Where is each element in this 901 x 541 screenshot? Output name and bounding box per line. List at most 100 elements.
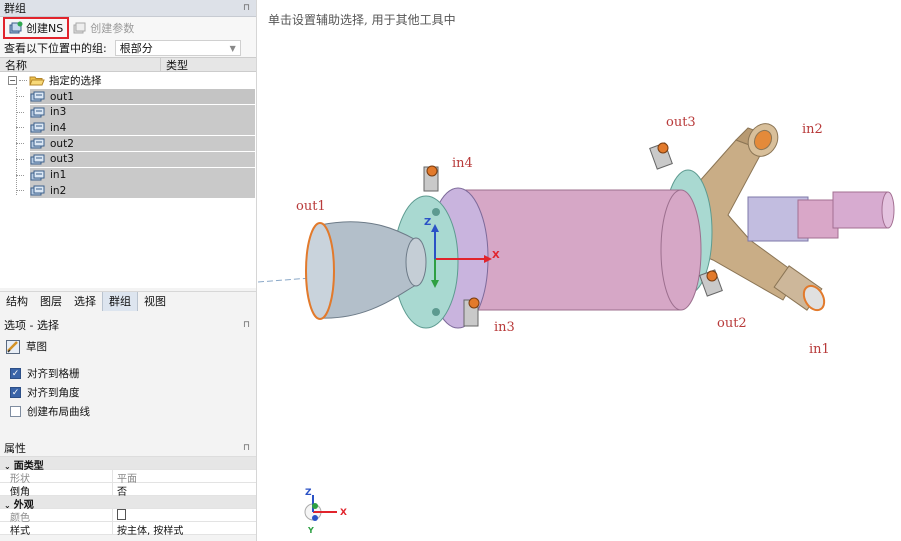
property-row[interactable]: 颜色 (0, 509, 256, 524)
left-pane: 群组 ⊓ 创建NS 创建参数 查看以下位置中的组: 根部分 ▼ 名称 类型 − … (0, 0, 257, 541)
named-selection-icon (30, 138, 45, 149)
sketch-item[interactable]: 草图 (0, 337, 256, 356)
tree-connector-h (16, 158, 24, 160)
group-tree: − 指定的选择 out1 in3 in4 out2 out3 in1 in2 (0, 72, 256, 288)
label-in4: in4 (452, 156, 473, 171)
named-selection-icon (30, 185, 45, 196)
tree-connector-h (16, 143, 24, 145)
properties-panel: 属性 ⊓ ⌄ 面类型 形状 平面 倒角否 ⌄ 外观 颜色 样式 按主体, 按样式 (0, 439, 256, 537)
sketch-label: 草图 (26, 341, 47, 353)
column-name[interactable]: 名称 (0, 58, 161, 72)
label-in1: in1 (809, 342, 830, 357)
pin-icon[interactable]: ⊓ (243, 3, 250, 13)
options-panel: 选项 - 选择 ⊓ 草图 ✓ 对齐到格栅 ✓ 对齐到角度创建布局曲线 (0, 316, 256, 421)
checkbox[interactable]: ✓ (10, 387, 21, 398)
outlet-pipe[interactable] (832, 191, 889, 229)
view-groups-label: 查看以下位置中的组: (4, 42, 107, 55)
color-swatch[interactable] (113, 509, 126, 521)
tab-1[interactable]: 图层 (34, 292, 68, 311)
tree-root-node[interactable]: − 指定的选择 (8, 73, 102, 88)
group-toolbar: 创建NS 创建参数 (0, 17, 256, 39)
tree-item-out2[interactable]: out2 (16, 136, 255, 152)
pin-icon[interactable]: ⊓ (243, 320, 250, 330)
triad-x-label: X (492, 250, 500, 261)
view-x-label: X (340, 508, 347, 518)
main-pipe-end (660, 189, 702, 311)
tree-column-header: 名称 类型 (0, 57, 256, 72)
property-value: 按主体, 按样式 (117, 526, 184, 537)
property-key: 倒角 (0, 483, 113, 498)
view-y-label: Y (307, 526, 314, 535)
checkbox-label: 对齐到角度 (27, 387, 80, 399)
property-category[interactable]: ⌄ 外观 (0, 496, 256, 511)
property-value: 否 (117, 487, 127, 498)
group-panel-title: 群组 (4, 2, 26, 15)
checkbox[interactable]: ✓ (10, 368, 21, 379)
tree-item-label: out3 (50, 153, 74, 166)
sketch-icon (6, 339, 20, 354)
chevron-down-icon: ▼ (229, 43, 236, 53)
tree-item-out3[interactable]: out3 (16, 151, 255, 167)
tree-item-out1[interactable]: out1 (16, 89, 255, 104)
group-panel-header: 群组 ⊓ (0, 0, 256, 17)
3d-viewport[interactable]: 单击设置辅助选择, 用于其他工具中 X Z X Z Y out1 in4 in3… (258, 0, 901, 541)
options-checkboxes: ✓ 对齐到格栅 ✓ 对齐到角度创建布局曲线 (0, 364, 256, 421)
checkbox[interactable] (10, 406, 21, 417)
property-row[interactable]: 形状 平面 (0, 470, 256, 485)
tab-2[interactable]: 选择 (68, 292, 102, 311)
view-z-label: Z (305, 488, 312, 498)
property-category[interactable]: ⌄ 面类型 (0, 457, 256, 472)
option-checkbox-row[interactable]: ✓ 对齐到格栅 (0, 364, 256, 383)
nozzle-outlet[interactable] (305, 222, 335, 320)
create-ns-button[interactable]: 创建NS (3, 17, 70, 39)
column-type[interactable]: 类型 (161, 58, 188, 72)
tab-in3-hole (468, 297, 480, 309)
tab-3[interactable]: 群组 (102, 291, 138, 311)
tab-out3-hole (657, 142, 669, 154)
model-canvas[interactable]: X Z X Z Y (258, 0, 901, 541)
tree-connector-h (16, 174, 24, 176)
checkbox-label: 对齐到格栅 (27, 368, 80, 380)
pin-icon[interactable]: ⊓ (243, 443, 250, 453)
named-selection-icon (30, 91, 45, 102)
tree-connector (16, 87, 17, 195)
view-groups-select[interactable]: 根部分 ▼ (114, 40, 241, 56)
tab-0[interactable]: 结构 (0, 292, 34, 311)
properties-grid: ⌄ 面类型 形状 平面 倒角否 ⌄ 外观 颜色 样式 按主体, 按样式 (0, 456, 256, 537)
tree-connector-h (16, 96, 24, 97)
named-selection-icon (30, 122, 45, 133)
properties-panel-header: 属性 ⊓ (0, 439, 256, 456)
property-key: 样式 (0, 522, 113, 537)
option-checkbox-row[interactable]: ✓ 对齐到角度 (0, 383, 256, 402)
named-selection-icon (30, 154, 45, 165)
view-y-marker (312, 503, 318, 509)
tab-4[interactable]: 视图 (138, 292, 172, 311)
label-out3: out3 (666, 115, 696, 130)
tree-item-in3[interactable]: in3 (16, 104, 255, 120)
panel-tabs: 结构 图层 选择 群组 视图 (0, 291, 256, 311)
tree-item-label: in1 (50, 169, 67, 181)
create-ns-label: 创建NS (26, 22, 64, 35)
label-out1: out1 (296, 199, 326, 214)
view-groups-value: 根部分 (119, 42, 153, 55)
label-in3: in3 (494, 320, 515, 335)
options-panel-title: 选项 - 选择 (4, 318, 59, 332)
outlet-coupler[interactable] (797, 199, 839, 239)
bolt-hole (432, 308, 440, 316)
tree-connector-h (16, 127, 24, 129)
tree-root-label: 指定的选择 (49, 75, 102, 87)
tree-connector-h (16, 190, 24, 192)
tree-item-in4[interactable]: in4 (16, 120, 255, 136)
view-origin-marker (312, 515, 318, 521)
tree-item-label: in2 (50, 184, 67, 197)
property-row[interactable]: 样式 按主体, 按样式 (0, 522, 256, 537)
tree-item-in1[interactable]: in1 (16, 167, 255, 183)
label-out2: out2 (717, 316, 747, 331)
create-param-button[interactable]: 创建参数 (69, 18, 138, 38)
collapse-icon[interactable]: − (8, 76, 17, 85)
tab-in4-hole (426, 165, 438, 177)
option-checkbox-row[interactable]: 创建布局曲线 (0, 402, 256, 421)
view-groups-row: 查看以下位置中的组: 根部分 ▼ (0, 39, 256, 57)
tree-item-in2[interactable]: in2 (16, 183, 255, 199)
tree-connector-h (16, 111, 24, 113)
